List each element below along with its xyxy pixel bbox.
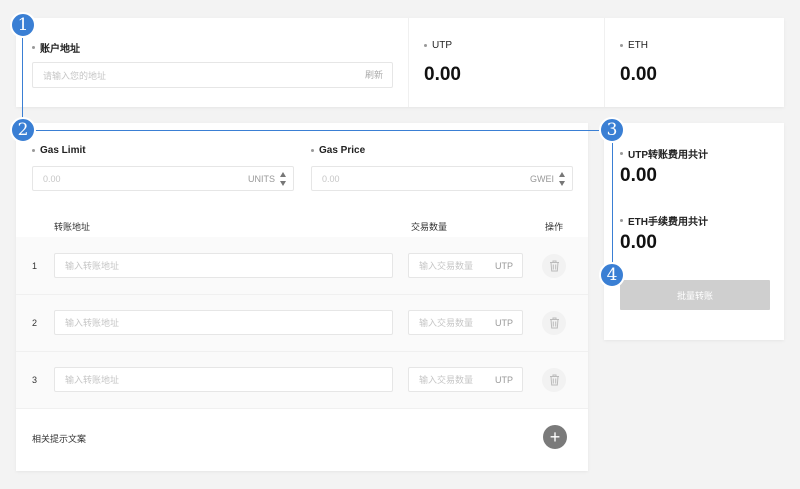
bullet-dot: [311, 149, 314, 152]
annotation-badge-2: 2: [10, 117, 36, 143]
column-header-action: 操作: [545, 222, 564, 232]
trash-icon: [549, 317, 559, 329]
column-header-amount: 交易数量: [411, 222, 448, 232]
account-label-text: 账户地址: [40, 44, 80, 55]
transfer-address-input[interactable]: 输入转账地址: [54, 367, 393, 392]
eth-fee-label-text: ETH手续费用共计: [628, 217, 708, 228]
transfer-amount-placeholder: 输入交易数量: [419, 318, 474, 328]
trash-icon: [549, 374, 559, 386]
row-index: 1: [32, 261, 38, 271]
plus-icon: +: [549, 427, 561, 447]
batch-transfer-button[interactable]: 批量转账: [620, 280, 770, 310]
delete-row-button[interactable]: [542, 368, 566, 392]
account-address-input[interactable]: 请输入您的地址 刷新: [32, 62, 393, 88]
eth-balance-label-text: ETH: [628, 40, 648, 51]
utp-fee-label-text: UTP转账费用共计: [628, 150, 708, 161]
amount-unit: UTP: [495, 260, 513, 271]
gas-price-input[interactable]: 0.00 GWEI: [311, 166, 573, 191]
utp-balance-label-text: UTP: [432, 40, 452, 51]
gas-price-unit: GWEI: [530, 173, 554, 184]
eth-fee-label: ETH手续费用共计: [620, 213, 708, 228]
annotation-badge-3: 3: [599, 117, 625, 143]
gas-price-label: Gas Price: [311, 145, 365, 156]
transfer-amount-input[interactable]: 输入交易数量 UTP: [408, 367, 523, 392]
utp-fee-value: 0.00: [620, 165, 657, 186]
transfer-address-input[interactable]: 输入转账地址: [54, 310, 393, 335]
delete-row-button[interactable]: [542, 311, 566, 335]
transfer-address-placeholder: 输入转账地址: [65, 318, 120, 328]
gas-price-label-text: Gas Price: [319, 145, 366, 156]
gas-price-placeholder: 0.00: [322, 173, 340, 184]
transfer-amount-input[interactable]: 输入交易数量 UTP: [408, 310, 523, 335]
bullet-dot: [32, 149, 35, 152]
eth-balance-label: ETH: [620, 40, 648, 51]
transfer-address-placeholder: 输入转账地址: [65, 261, 120, 271]
transfer-address-input[interactable]: 输入转账地址: [54, 253, 393, 278]
transfer-amount-placeholder: 输入交易数量: [419, 375, 474, 385]
stepper-icon[interactable]: [559, 172, 566, 186]
annotation-badge-1: 1: [10, 12, 36, 38]
utp-fee-label: UTP转账费用共计: [620, 146, 708, 161]
eth-balance-value: 0.00: [620, 64, 657, 85]
bullet-dot: [620, 152, 623, 155]
amount-unit: UTP: [495, 374, 513, 385]
bullet-dot: [620, 44, 623, 47]
transfer-amount-placeholder: 输入交易数量: [419, 261, 474, 271]
bullet-dot: [32, 46, 35, 49]
balance-divider: [604, 18, 605, 107]
utp-balance-value: 0.00: [424, 64, 461, 85]
account-address-placeholder: 请输入您的地址: [43, 70, 107, 81]
stepper-icon[interactable]: [280, 172, 287, 186]
gas-limit-label: Gas Limit: [32, 145, 86, 156]
row-index: 3: [32, 375, 38, 385]
delete-row-button[interactable]: [542, 254, 566, 278]
bullet-dot: [620, 219, 623, 222]
annotation-line: [612, 130, 613, 276]
annotation-badge-4: 4: [599, 262, 625, 288]
transfer-amount-input[interactable]: 输入交易数量 UTP: [408, 253, 523, 278]
trash-icon: [549, 260, 559, 272]
annotation-line: [22, 30, 23, 130]
account-label: 账户地址: [32, 40, 80, 55]
gas-limit-input[interactable]: 0.00 UNITS: [32, 166, 294, 191]
transfer-address-placeholder: 输入转账地址: [65, 375, 120, 385]
row-divider: [16, 408, 588, 409]
gas-limit-placeholder: 0.00: [43, 173, 61, 184]
utp-balance-label: UTP: [424, 40, 452, 51]
eth-fee-value: 0.00: [620, 232, 657, 253]
balance-divider: [408, 18, 409, 107]
column-header-address: 转账地址: [54, 222, 91, 232]
hint-text: 相关提示文案: [32, 434, 87, 444]
gas-limit-unit: UNITS: [248, 173, 275, 184]
annotation-line: [24, 130, 612, 131]
amount-unit: UTP: [495, 317, 513, 328]
bullet-dot: [424, 44, 427, 47]
row-index: 2: [32, 318, 38, 328]
add-row-button[interactable]: +: [543, 425, 567, 449]
gas-limit-label-text: Gas Limit: [40, 145, 86, 156]
table-header-bg: [16, 210, 588, 237]
refresh-link[interactable]: 刷新: [365, 63, 383, 86]
